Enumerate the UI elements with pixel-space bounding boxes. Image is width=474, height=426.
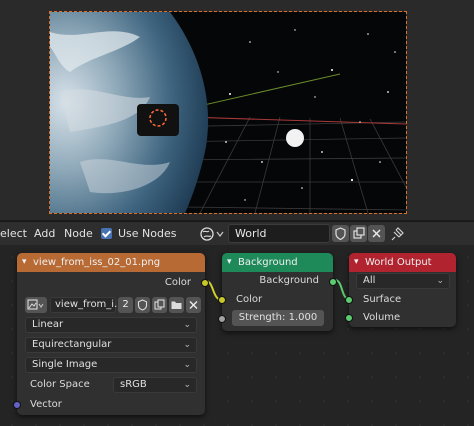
image-new-icon[interactable]	[152, 297, 167, 313]
viewport-scene	[50, 12, 406, 213]
chevron-down-icon: ⌄	[436, 276, 444, 286]
surface-input-label: Surface	[363, 294, 402, 305]
vector-input-socket[interactable]	[13, 401, 21, 409]
3d-viewport[interactable]	[0, 0, 474, 220]
world-icon	[200, 227, 224, 241]
select-menu[interactable]: elect	[0, 222, 27, 246]
color-space-label: Color Space	[30, 379, 90, 390]
background-output-label: Background	[259, 275, 319, 286]
add-menu[interactable]: Add	[34, 222, 55, 246]
image-node-header[interactable]: view_from_iss_02_01.png	[17, 253, 205, 272]
image-browse-button[interactable]	[25, 297, 47, 313]
chevron-down-icon: ⌄	[183, 360, 191, 370]
color-space-value: sRGB	[120, 379, 147, 390]
world-browse-dropdown[interactable]	[198, 225, 227, 243]
duplicate-icon[interactable]	[350, 225, 367, 242]
node-editor-canvas[interactable]: view_from_iss_02_01.png Color view_from_…	[0, 245, 474, 426]
chevron-down-icon: ⌄	[183, 380, 191, 390]
node-editor-header: elect Add Node Use Nodes World	[0, 221, 474, 246]
chevron-down-icon: ⌄	[183, 340, 191, 350]
moon	[286, 129, 304, 147]
image-unlink-icon[interactable]	[186, 297, 201, 313]
background-node[interactable]: Background Background Color Strength: 1.…	[218, 253, 337, 331]
projection-value: Equirectangular	[32, 339, 112, 350]
background-output-socket[interactable]	[329, 278, 337, 286]
use-nodes-label[interactable]: Use Nodes	[118, 222, 177, 246]
node-menu[interactable]: Node	[64, 222, 93, 246]
strength-value: 1.000	[288, 312, 318, 323]
interpolation-dropdown[interactable]: Linear ⌄	[25, 317, 197, 333]
strength-input-socket[interactable]	[218, 315, 226, 323]
surface-input-socket[interactable]	[345, 296, 353, 304]
image-user-count[interactable]: 2	[118, 297, 133, 313]
background-node-header[interactable]: Background	[222, 253, 333, 272]
strength-label: Strength:	[238, 312, 286, 323]
camera-frame	[49, 11, 407, 214]
use-nodes-checkbox[interactable]	[101, 228, 112, 239]
source-value: Single Image	[32, 359, 98, 370]
world-output-node[interactable]: World Output All ⌄ Surface Volume	[345, 253, 456, 327]
unlink-close-icon[interactable]	[368, 225, 385, 242]
output-target-dropdown[interactable]: All ⌄	[356, 273, 450, 289]
image-texture-node[interactable]: view_from_iss_02_01.png Color view_from_…	[13, 253, 209, 415]
chevron-down-icon: ⌄	[183, 320, 191, 330]
color-space-dropdown[interactable]: sRGB ⌄	[113, 377, 197, 393]
world-output-node-header[interactable]: World Output	[349, 253, 456, 272]
image-icon	[27, 299, 44, 310]
color-input-socket[interactable]	[218, 296, 226, 304]
world-name-field[interactable]: World	[228, 224, 330, 243]
fake-user-shield-icon[interactable]	[332, 225, 349, 242]
vector-input-label: Vector	[30, 399, 62, 410]
image-fake-user-icon[interactable]	[135, 297, 150, 313]
output-target-value: All	[363, 275, 376, 286]
pin-icon[interactable]	[388, 225, 406, 243]
image-open-folder-icon[interactable]	[169, 297, 184, 313]
image-name-field[interactable]: view_from_i...	[50, 297, 124, 313]
volume-input-socket[interactable]	[345, 314, 353, 322]
volume-input-label: Volume	[363, 312, 401, 323]
color-input-label: Color	[236, 294, 263, 305]
projection-dropdown[interactable]: Equirectangular ⌄	[25, 337, 197, 353]
strength-field[interactable]: Strength: 1.000	[232, 310, 324, 326]
interpolation-value: Linear	[32, 319, 64, 330]
image-color-output-socket[interactable]	[201, 279, 209, 287]
source-dropdown[interactable]: Single Image ⌄	[25, 357, 197, 373]
image-color-output-label: Color	[164, 277, 191, 288]
selected-object[interactable]	[137, 104, 179, 136]
